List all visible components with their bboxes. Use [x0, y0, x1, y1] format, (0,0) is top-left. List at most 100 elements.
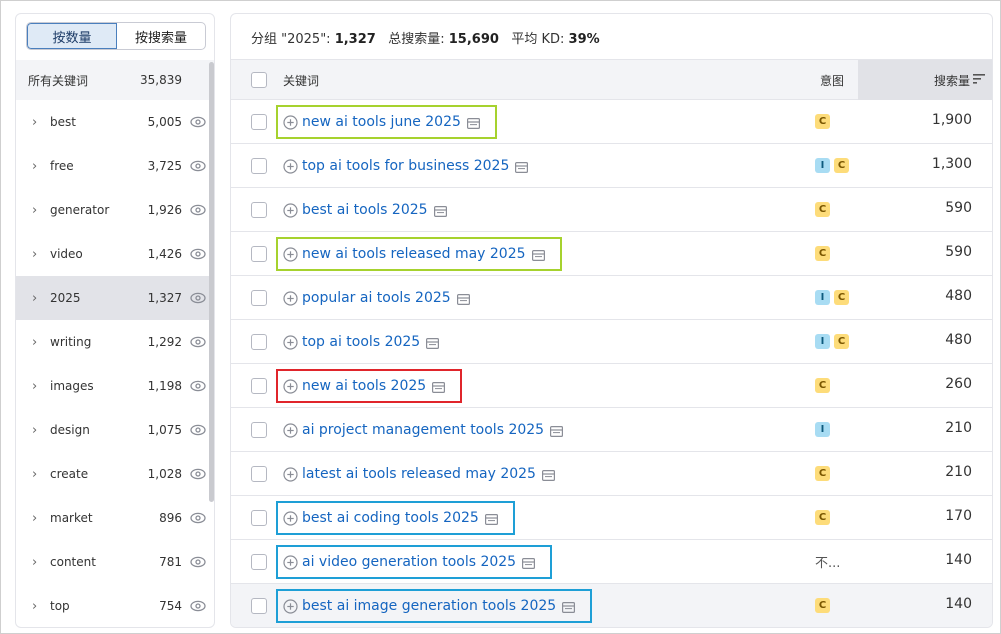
- eye-icon[interactable]: [190, 511, 206, 525]
- serp-features-icon[interactable]: [466, 117, 480, 129]
- eye-icon[interactable]: [190, 159, 206, 173]
- eye-icon[interactable]: [190, 247, 206, 261]
- keyword-link[interactable]: new ai tools released may 2025: [302, 246, 526, 262]
- keyword-link[interactable]: best ai image generation tools 2025: [302, 598, 556, 614]
- sidebar-item-images[interactable]: › images 1,198: [16, 364, 214, 408]
- serp-features-icon[interactable]: [433, 205, 447, 217]
- all-keywords-row[interactable]: 所有关键词 35,839: [16, 60, 214, 100]
- keyword-table-body: new ai tools june 2025 C 1,900 top ai tools…: [231, 100, 992, 627]
- sidebar-item-top[interactable]: › top 754: [16, 584, 214, 627]
- chevron-right-icon[interactable]: ›: [32, 335, 37, 350]
- chevron-right-icon[interactable]: ›: [32, 599, 37, 614]
- plus-circle-icon[interactable]: [283, 334, 298, 350]
- eye-icon[interactable]: [190, 599, 206, 613]
- keyword-link[interactable]: top ai tools 2025: [302, 334, 420, 350]
- sidebar-item-video[interactable]: › video 1,426: [16, 232, 214, 276]
- row-checkbox[interactable]: [251, 334, 267, 350]
- eye-icon[interactable]: [190, 291, 206, 305]
- serp-features-icon[interactable]: [522, 557, 536, 569]
- row-checkbox[interactable]: [251, 466, 267, 482]
- plus-circle-icon[interactable]: [283, 114, 298, 130]
- eye-icon[interactable]: [190, 423, 206, 437]
- sidebar-scrollbar[interactable]: [209, 62, 214, 502]
- sidebar-item-best[interactable]: › best 5,005: [16, 100, 214, 144]
- plus-circle-icon[interactable]: [283, 158, 298, 174]
- sidebar-item-content[interactable]: › content 781: [16, 540, 214, 584]
- row-checkbox[interactable]: [251, 598, 267, 614]
- keyword-link[interactable]: new ai tools 2025: [302, 378, 426, 394]
- plus-circle-icon[interactable]: [283, 422, 298, 438]
- volume-cell: 140: [945, 552, 972, 568]
- plus-circle-icon[interactable]: [283, 246, 298, 262]
- row-checkbox[interactable]: [251, 422, 267, 438]
- eye-icon[interactable]: [190, 115, 206, 129]
- chevron-right-icon[interactable]: ›: [32, 423, 37, 438]
- plus-circle-icon[interactable]: [283, 202, 298, 218]
- eye-icon[interactable]: [190, 203, 206, 217]
- row-checkbox[interactable]: [251, 114, 267, 130]
- keyword-link[interactable]: ai video generation tools 2025: [302, 554, 516, 570]
- chevron-right-icon[interactable]: ›: [32, 159, 37, 174]
- chevron-right-icon[interactable]: ›: [32, 555, 37, 570]
- header-intent: 意图: [820, 74, 845, 88]
- row-checkbox[interactable]: [251, 378, 267, 394]
- eye-icon[interactable]: [190, 335, 206, 349]
- sort-by-volume-button[interactable]: 按搜索量: [117, 23, 205, 49]
- chevron-right-icon[interactable]: ›: [32, 511, 37, 526]
- serp-features-icon[interactable]: [484, 513, 498, 525]
- intent-badges: C: [815, 246, 830, 261]
- plus-circle-icon[interactable]: [283, 598, 298, 614]
- serp-features-icon[interactable]: [531, 249, 545, 261]
- sidebar-item-2025[interactable]: › 2025 1,327: [16, 276, 214, 320]
- chevron-right-icon[interactable]: ›: [32, 379, 37, 394]
- eye-icon[interactable]: [190, 555, 206, 569]
- sort-by-count-button[interactable]: 按数量: [27, 23, 117, 49]
- chevron-right-icon[interactable]: ›: [32, 203, 37, 218]
- serp-features-icon[interactable]: [562, 601, 576, 613]
- keyword-cell: popular ai tools 2025: [283, 288, 470, 308]
- plus-circle-icon[interactable]: [283, 290, 298, 306]
- sidebar-item-writing[interactable]: › writing 1,292: [16, 320, 214, 364]
- serp-features-icon[interactable]: [541, 469, 555, 481]
- eye-icon[interactable]: [190, 379, 206, 393]
- eye-icon[interactable]: [190, 467, 206, 481]
- volume-cell: 1,300: [931, 156, 972, 172]
- row-checkbox[interactable]: [251, 246, 267, 262]
- row-checkbox[interactable]: [251, 554, 267, 570]
- select-all-checkbox[interactable]: [251, 72, 267, 88]
- serp-features-icon[interactable]: [432, 381, 446, 393]
- volume-cell: 140: [945, 596, 972, 612]
- chevron-right-icon[interactable]: ›: [32, 247, 37, 262]
- sidebar-item-free[interactable]: › free 3,725: [16, 144, 214, 188]
- plus-circle-icon[interactable]: [283, 554, 298, 570]
- group-count: 5,005: [147, 115, 182, 129]
- row-checkbox[interactable]: [251, 510, 267, 526]
- sidebar-item-create[interactable]: › create 1,028: [16, 452, 214, 496]
- keyword-link[interactable]: best ai coding tools 2025: [302, 510, 479, 526]
- chevron-right-icon[interactable]: ›: [32, 467, 37, 482]
- keyword-link[interactable]: popular ai tools 2025: [302, 290, 451, 306]
- row-checkbox[interactable]: [251, 290, 267, 306]
- chevron-right-icon[interactable]: ›: [32, 115, 37, 130]
- serp-features-icon[interactable]: [456, 293, 470, 305]
- header-volume-sort[interactable]: 搜索量: [858, 60, 992, 100]
- sidebar-item-market[interactable]: › market 896: [16, 496, 214, 540]
- plus-circle-icon[interactable]: [283, 510, 298, 526]
- chevron-right-icon[interactable]: ›: [32, 291, 37, 306]
- serp-features-icon[interactable]: [550, 425, 564, 437]
- keyword-link[interactable]: ai project management tools 2025: [302, 422, 544, 438]
- keyword-link[interactable]: new ai tools june 2025: [302, 114, 461, 130]
- keyword-link[interactable]: best ai tools 2025: [302, 202, 428, 218]
- sidebar-item-generator[interactable]: › generator 1,926: [16, 188, 214, 232]
- keyword-link[interactable]: latest ai tools released may 2025: [302, 466, 536, 482]
- keyword-link[interactable]: top ai tools for business 2025: [302, 158, 509, 174]
- plus-circle-icon[interactable]: [283, 378, 298, 394]
- sidebar-item-design[interactable]: › design 1,075: [16, 408, 214, 452]
- serp-features-icon[interactable]: [426, 337, 440, 349]
- row-checkbox[interactable]: [251, 202, 267, 218]
- volume-cell: 170: [945, 508, 972, 524]
- plus-circle-icon[interactable]: [283, 466, 298, 482]
- intent-badges: IC: [815, 290, 849, 305]
- serp-features-icon[interactable]: [515, 161, 529, 173]
- row-checkbox[interactable]: [251, 158, 267, 174]
